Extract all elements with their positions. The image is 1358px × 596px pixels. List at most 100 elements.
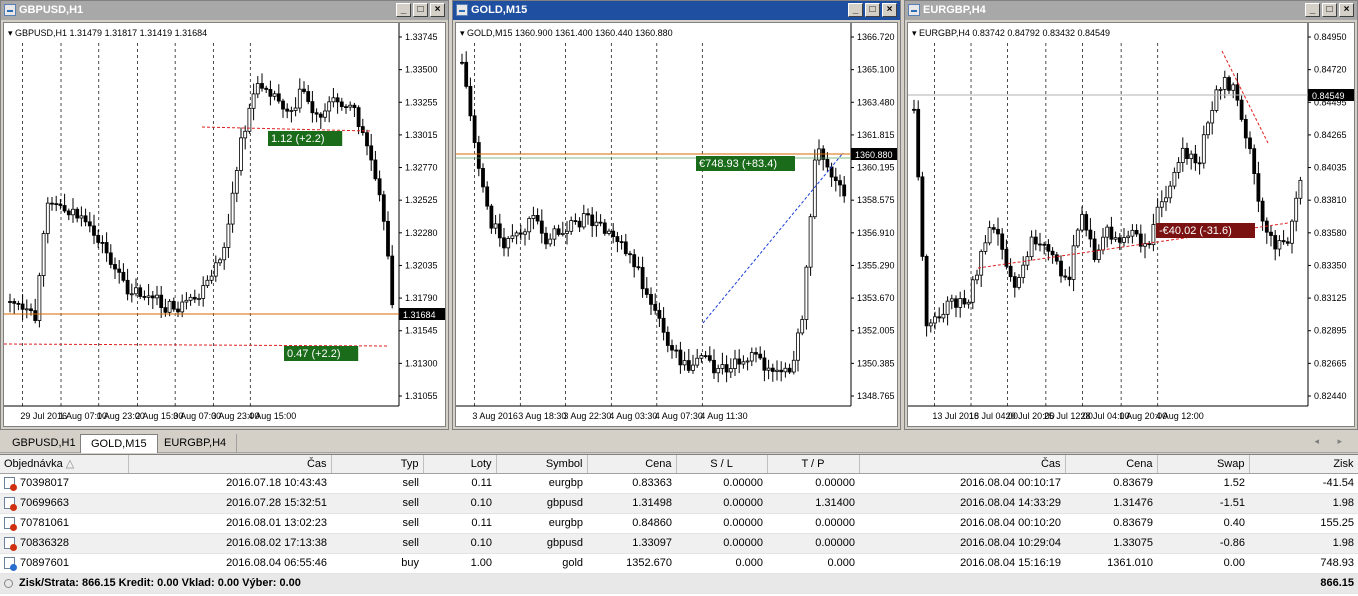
candle-body	[912, 108, 916, 111]
candle-body	[970, 279, 975, 303]
sell-order-icon	[4, 497, 17, 512]
price-chart[interactable]: ▾ GOLD,M15 1360.900 1361.400 1360.440 13…	[455, 22, 898, 427]
candle-body	[632, 254, 637, 268]
chart-window-gbpusd[interactable]: GBPUSD,H1 _ □ × ▾ GBPUSD,H1 1.31479 1.31…	[0, 0, 449, 430]
maximize-button[interactable]: □	[413, 3, 428, 17]
price-chart[interactable]: ▾ EURGBP,H4 0.83742 0.84792 0.83432 0.84…	[907, 22, 1355, 427]
price-tick-label: 0.84265	[1314, 130, 1347, 140]
candle-body	[808, 216, 813, 268]
column-header-swap[interactable]: Swap	[1157, 455, 1250, 474]
minimize-button[interactable]: _	[848, 3, 863, 17]
candlestick-chart-svg[interactable]: ▾ EURGBP,H4 0.83742 0.84792 0.83432 0.84…	[908, 23, 1356, 428]
price-chart[interactable]: ▾ GBPUSD,H1 1.31479 1.31817 1.31419 1.31…	[3, 22, 446, 427]
tab-scroll-arrows-icon[interactable]: ◂ ▸	[1314, 436, 1350, 447]
column-header-lots[interactable]: Loty	[423, 455, 497, 474]
candle-body	[121, 271, 126, 281]
maximize-button[interactable]: □	[865, 3, 880, 17]
candle-body	[1256, 173, 1261, 202]
column-header-tp[interactable]: T / P	[767, 455, 860, 474]
candle-body	[390, 255, 395, 306]
column-header-sl[interactable]: S / L	[676, 455, 768, 474]
tab-eurgbp[interactable]: EURGBP,H4	[154, 434, 238, 453]
candle-body	[749, 352, 754, 362]
cell-sl: 0.000	[676, 553, 767, 574]
candle-body	[779, 369, 784, 373]
candle-body	[339, 101, 344, 108]
candle-body	[514, 232, 519, 237]
candle-body	[310, 101, 315, 114]
column-header-symbol[interactable]: Symbol	[496, 455, 588, 474]
candle-body	[146, 295, 151, 298]
tab-gbpusd[interactable]: GBPUSD,H1	[2, 434, 87, 453]
close-button[interactable]: ×	[1339, 3, 1354, 17]
cell-price: 1352.670	[587, 553, 676, 574]
cell-tp: 0.00000	[767, 533, 859, 554]
window-titlebar[interactable]: GOLD,M15 _ □ ×	[453, 1, 900, 20]
candle-body	[1180, 147, 1185, 163]
window-titlebar[interactable]: EURGBP,H4 _ □ ×	[905, 1, 1357, 20]
candle-body	[323, 110, 327, 118]
table-row[interactable]: 70699663 2016.07.28 15:32:51 sell 0.10 gbpus…	[0, 493, 1358, 514]
candle-body	[682, 360, 687, 366]
candle-body	[12, 301, 17, 304]
summary-row: Zisk/Strata: 866.15 Kredit: 0.00 Vklad: …	[0, 572, 1358, 594]
candle-body	[716, 367, 721, 374]
maximize-button[interactable]: □	[1322, 3, 1337, 17]
time-tick-label: 3 Aug 18:30	[518, 411, 566, 421]
close-button[interactable]: ×	[430, 3, 445, 17]
candle-body	[691, 364, 695, 371]
chart-header-label: ▾ GOLD,M15 1360.900 1361.400 1360.440 13…	[460, 28, 673, 38]
candle-body	[1235, 84, 1240, 101]
column-header-close-price[interactable]: Cena	[1065, 455, 1158, 474]
candle-body	[293, 107, 298, 111]
candle-body	[180, 301, 185, 313]
candlestick-chart-svg[interactable]: ▾ GBPUSD,H1 1.31479 1.31817 1.31419 1.31…	[3, 23, 447, 428]
cell-profit: 155.25	[1249, 513, 1358, 534]
candle-body	[79, 215, 84, 219]
cell-type: buy	[331, 553, 423, 574]
column-header-close-time[interactable]: Čas	[859, 455, 1066, 474]
candle-body	[184, 299, 189, 303]
table-row[interactable]: 70897601 2016.08.04 06:55:46 buy 1.00 gold 13…	[0, 553, 1358, 574]
chart-window-eurgbp[interactable]: EURGBP,H4 _ □ × ▾ EURGBP,H4 0.83742 0.84…	[904, 0, 1358, 430]
minimize-button[interactable]: _	[396, 3, 411, 17]
candle-body	[1029, 236, 1034, 258]
candle-body	[1042, 243, 1047, 246]
price-tick-label: 1365.100	[857, 65, 895, 75]
candle-body	[1012, 276, 1017, 288]
table-row[interactable]: 70781061 2016.08.01 13:02:23 sell 0.11 eurgb…	[0, 513, 1358, 534]
candle-body	[775, 369, 779, 372]
candle-body	[234, 170, 239, 194]
chart-window-icon	[456, 4, 468, 16]
candle-body	[1168, 185, 1173, 199]
cell-lots: 0.11	[423, 513, 496, 534]
candle-body	[1155, 206, 1160, 225]
column-header-price[interactable]: Cena	[587, 455, 677, 474]
column-header-order[interactable]: Objednávka △	[0, 455, 129, 474]
column-header-profit[interactable]: Zisk	[1249, 455, 1358, 474]
minimize-button[interactable]: _	[1305, 3, 1320, 17]
candle-body	[653, 303, 658, 311]
table-row[interactable]: 70398017 2016.07.18 10:43:43 sell 0.11 eurgb…	[0, 473, 1358, 494]
candle-body	[766, 367, 771, 371]
candle-body	[75, 208, 80, 219]
column-header-type[interactable]: Typ	[331, 455, 424, 474]
sell-order-icon	[4, 517, 17, 532]
tab-gold[interactable]: GOLD,M15	[80, 434, 158, 453]
price-tick-label: 1.32035	[405, 260, 438, 270]
chart-window-gold[interactable]: GOLD,M15 _ □ × ▾ GOLD,M15 1360.900 1361.…	[452, 0, 901, 430]
close-button[interactable]: ×	[882, 3, 897, 17]
current-price-label: 1.31684	[403, 310, 436, 320]
candle-body	[50, 202, 54, 205]
price-tick-label: 1353.670	[857, 293, 895, 303]
candle-body	[602, 222, 607, 234]
table-row[interactable]: 70836328 2016.08.02 17:13:38 sell 0.10 gbpus…	[0, 533, 1358, 554]
candle-body	[598, 221, 603, 224]
price-tick-label: 0.84720	[1314, 65, 1347, 75]
candle-body	[1046, 244, 1051, 252]
column-header-open-time[interactable]: Čas	[128, 455, 332, 474]
cell-lots: 0.11	[423, 473, 496, 494]
candle-body	[289, 110, 294, 112]
window-titlebar[interactable]: GBPUSD,H1 _ □ ×	[1, 1, 448, 20]
candlestick-chart-svg[interactable]: ▾ GOLD,M15 1360.900 1361.400 1360.440 13…	[456, 23, 899, 428]
